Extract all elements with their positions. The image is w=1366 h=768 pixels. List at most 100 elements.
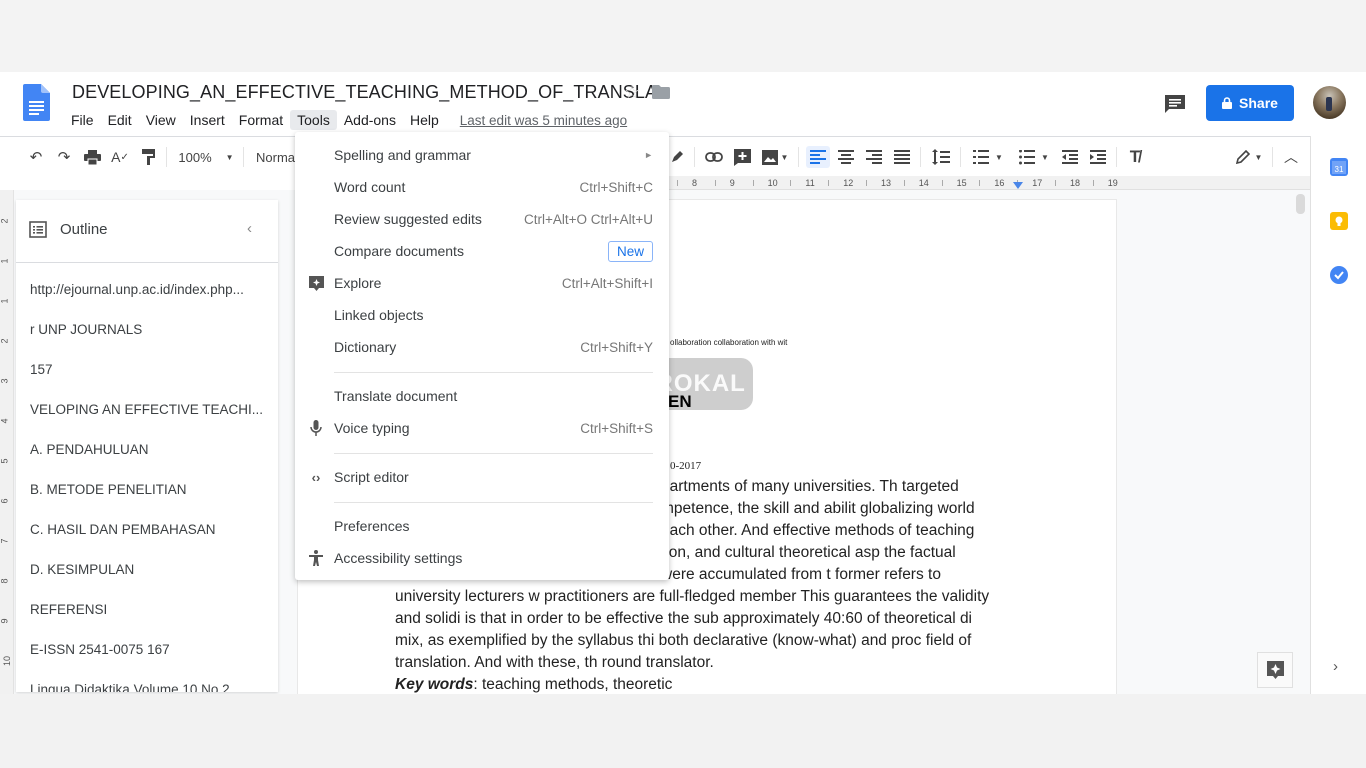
menu-addons[interactable]: Add-ons (337, 110, 403, 130)
zoom-select[interactable]: 100% ▼ (178, 146, 233, 168)
outline-item[interactable]: A. PENDAHULUAN (30, 442, 149, 457)
line-spacing-icon[interactable] (929, 146, 953, 168)
account-avatar[interactable] (1313, 86, 1346, 119)
ruler-tick-label: 2 (0, 218, 10, 224)
menu-item-compare-documents[interactable]: Compare documents New (295, 236, 669, 266)
align-justify-icon[interactable] (890, 146, 914, 168)
expand-side-panel-icon[interactable]: › (1333, 658, 1338, 675)
docs-logo-icon[interactable] (23, 84, 50, 121)
share-button[interactable]: Share (1206, 85, 1294, 121)
keep-icon[interactable] (1330, 212, 1348, 230)
menu-item-word-count[interactable]: Word count Ctrl+Shift+C (295, 172, 669, 202)
outline-item[interactable]: E-ISSN 2541-0075 167 (30, 642, 170, 657)
align-right-icon[interactable] (862, 146, 886, 168)
style-value: Normal (256, 149, 296, 165)
vertical-ruler[interactable]: 2 1 1 2 3 4 5 6 7 8 9 10 (0, 190, 14, 694)
ruler-mark (790, 180, 792, 186)
menu-item-label: Word count (334, 179, 406, 195)
doc-line: and solidi is that in order to be effect… (395, 610, 973, 627)
menu-item-preferences[interactable]: Preferences (295, 511, 669, 541)
close-outline-icon[interactable]: ‹ (247, 220, 252, 237)
outline-item[interactable]: C. HASIL DAN PEMBAHASAN (30, 522, 216, 537)
redo-icon[interactable]: ↷ (54, 146, 74, 168)
menu-item-label: Linked objects (334, 307, 424, 323)
outline-list-icon (29, 221, 47, 238)
menu-item-label: Voice typing (334, 420, 410, 436)
outline-item[interactable]: D. KESIMPULAN (30, 562, 134, 577)
paragraph-style-select[interactable]: Normal (256, 146, 296, 168)
menu-item-explore[interactable]: Explore Ctrl+Alt+Shift+I (295, 268, 669, 298)
collapse-menus-icon[interactable]: ︿ (1281, 146, 1301, 168)
clear-format-icon[interactable]: T̸ (1124, 146, 1146, 168)
menu-item-dictionary[interactable]: Dictionary Ctrl+Shift+Y (295, 332, 669, 362)
image-icon[interactable]: ▼ (759, 146, 791, 168)
ruler-mark (828, 180, 830, 186)
outline-panel: Outline ‹ http://ejournal.unp.ac.id/inde… (16, 200, 278, 692)
comment-add-icon[interactable] (731, 146, 753, 168)
menu-item-spelling-grammar[interactable]: Spelling and grammar ► (295, 140, 669, 170)
menu-item-shortcut: Ctrl+Alt+Shift+I (561, 275, 653, 291)
menu-view[interactable]: View (139, 110, 183, 130)
outline-item[interactable]: http://ejournal.unp.ac.id/index.php... (30, 282, 244, 297)
ruler-mark (866, 180, 867, 186)
explore-button[interactable] (1257, 652, 1293, 688)
outline-item[interactable]: r UNP JOURNALS (30, 322, 142, 337)
editing-mode-icon[interactable]: ▼ (1232, 146, 1266, 168)
menu-insert[interactable]: Insert (183, 110, 232, 130)
outline-item[interactable]: B. METODE PENELITIAN (30, 482, 187, 497)
right-indent-marker[interactable] (1013, 182, 1023, 189)
doc-line: mix, as exemplified by the syllabus thi … (395, 632, 972, 649)
ruler-mark (1055, 180, 1056, 186)
menu-separator (334, 372, 653, 373)
menu-item-voice-typing[interactable]: Voice typing Ctrl+Shift+S (295, 413, 669, 443)
menu-item-translate-document[interactable]: Translate document (295, 381, 669, 411)
menu-item-linked-objects[interactable]: Linked objects (295, 300, 669, 330)
folder-icon[interactable] (652, 85, 670, 99)
tasks-icon[interactable] (1330, 266, 1348, 284)
ruler-tick-label: 12 (843, 178, 854, 188)
align-center-icon[interactable] (834, 146, 858, 168)
menu-file[interactable]: File (64, 110, 101, 130)
menu-item-script-editor[interactable]: ‹› Script editor (295, 462, 669, 492)
menu-item-review-suggested-edits[interactable]: Review suggested edits Ctrl+Alt+O Ctrl+A… (295, 204, 669, 234)
link-icon[interactable] (703, 146, 725, 168)
vertical-scrollbar[interactable] (1296, 194, 1305, 214)
comments-icon[interactable] (1164, 94, 1186, 114)
ruler-tick-label: 9 (0, 618, 10, 624)
chevron-down-icon: ▼ (780, 152, 789, 162)
decrease-indent-icon[interactable] (1059, 146, 1081, 168)
menu-item-label: Compare documents (334, 243, 464, 259)
numbered-list-icon[interactable]: ▼ (969, 146, 1007, 168)
outline-header: Outline ‹ (16, 200, 278, 263)
menu-edit[interactable]: Edit (101, 110, 139, 130)
bulleted-list-icon[interactable]: ▼ (1015, 146, 1053, 168)
star-icon[interactable]: ☆ (624, 82, 640, 103)
menu-help[interactable]: Help (403, 110, 446, 130)
increase-indent-icon[interactable] (1087, 146, 1109, 168)
ruler-tick-label: 1 (0, 298, 10, 304)
menu-item-label: Explore (334, 275, 382, 291)
print-icon[interactable] (82, 146, 102, 168)
paint-format-icon[interactable] (138, 146, 158, 168)
last-edit-link[interactable]: Last edit was 5 minutes ago (460, 113, 627, 128)
outline-item[interactable]: Lingua Didaktika Volume 10 No 2 (30, 682, 230, 692)
outline-item[interactable]: 157 (30, 362, 53, 377)
ruler-mark (677, 180, 678, 186)
submenu-arrow-icon: ► (644, 150, 653, 160)
outline-item[interactable]: VELOPING AN EFFECTIVE TEACHI... (30, 402, 263, 417)
menu-separator (334, 502, 653, 503)
calendar-icon[interactable]: 31 (1330, 158, 1348, 176)
ruler-tick-label: 8 (0, 578, 10, 584)
undo-icon[interactable]: ↶ (26, 146, 46, 168)
doc-line: each other. And effective methods of tea… (661, 522, 975, 539)
document-title[interactable]: DEVELOPING_AN_EFFECTIVE_TEACHING_METHOD_… (72, 82, 657, 103)
menu-format[interactable]: Format (232, 110, 290, 130)
ruler-mark (941, 180, 943, 186)
highlight-icon[interactable] (668, 146, 686, 168)
align-left-icon[interactable] (806, 146, 830, 168)
menu-item-accessibility-settings[interactable]: Accessibility settings (295, 543, 669, 573)
doc-keywords-line: Key words: teaching methods, theoretic (395, 676, 672, 694)
outline-item[interactable]: REFERENSI (30, 602, 107, 617)
menu-tools[interactable]: Tools (290, 110, 337, 130)
spellcheck-icon[interactable]: A ✓ (110, 146, 130, 168)
